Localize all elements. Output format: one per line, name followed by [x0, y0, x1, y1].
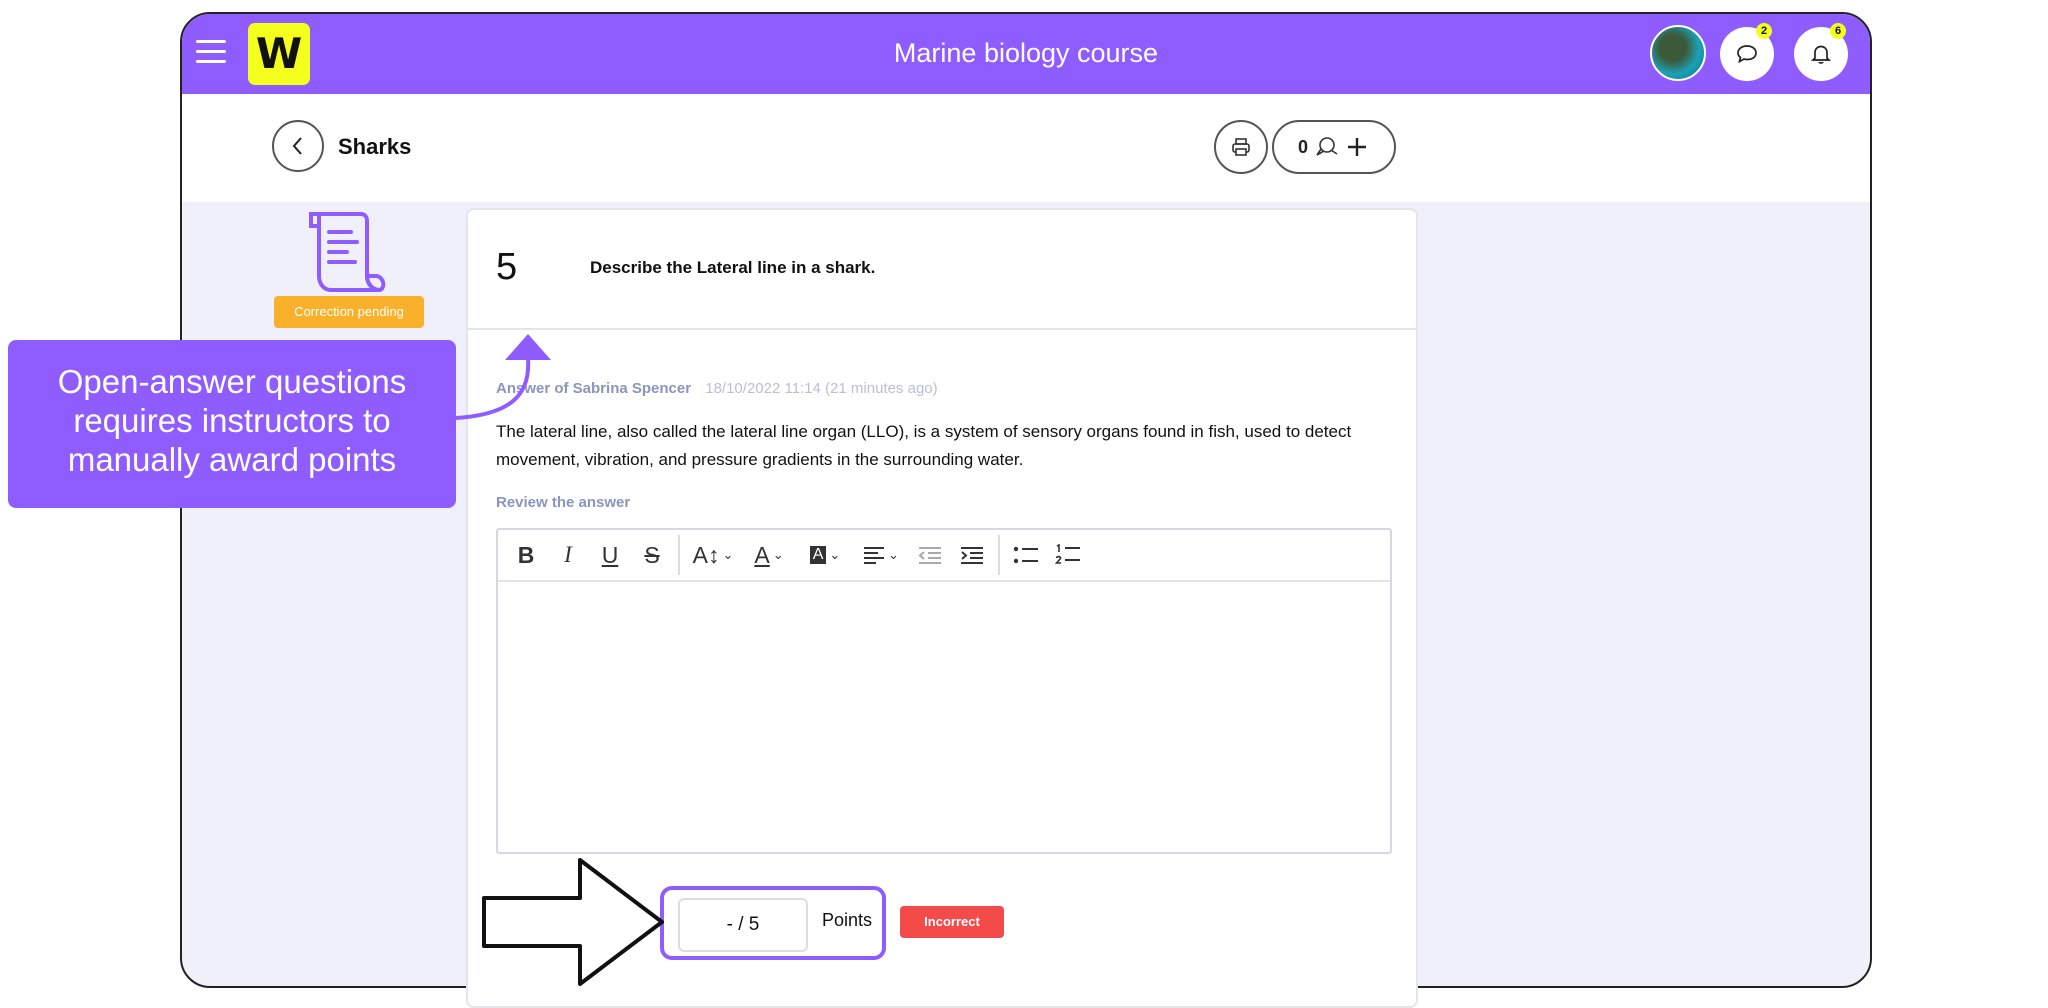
bullet-list-icon [1013, 546, 1038, 564]
align-left-icon [864, 547, 885, 564]
chevron-down-icon: ⌄ [829, 547, 841, 562]
outdent-icon [918, 547, 941, 564]
numbered-list-icon [1055, 544, 1080, 564]
answer-meta: Answer of Sabrina Spencer 18/10/2022 11:… [496, 380, 938, 397]
font-size-button[interactable]: A↕ ⌄ [688, 537, 738, 573]
review-editor: B I U S A↕ ⌄ A ⌄ A ⌄ ⌄ [496, 528, 1392, 854]
indent-icon [961, 547, 983, 564]
font-color-icon: A [754, 541, 770, 568]
course-title: Marine biology course [893, 38, 1159, 68]
messages-button[interactable]: 2 [1720, 23, 1774, 81]
chevron-left-icon [292, 137, 302, 155]
align-button[interactable]: ⌄ [856, 537, 906, 573]
print-button[interactable] [1214, 120, 1268, 174]
toolbar-divider [678, 535, 680, 575]
notifications-button[interactable]: 6 [1794, 23, 1848, 81]
points-highlight: - / 5 Points [660, 886, 886, 960]
chat-bubble-icon [1737, 45, 1757, 64]
user-avatar[interactable] [1650, 25, 1706, 81]
review-text-area[interactable] [498, 582, 1390, 852]
page-title: Sharks [338, 134, 412, 159]
notifications-badge: 6 [1830, 23, 1846, 39]
status-badge: Correction pending [274, 296, 424, 328]
italic-button[interactable]: I [550, 537, 586, 573]
answer-text: The lateral line, also called the latera… [496, 422, 1352, 469]
bell-icon [1810, 45, 1832, 64]
question-header: 5 Describe the Lateral line in a shark. [468, 210, 1416, 330]
answer-time: 18/10/2022 11:14 (21 minutes ago) [705, 380, 938, 397]
comments-count: 0 [1297, 136, 1308, 157]
font-color-button[interactable]: A ⌄ [744, 537, 794, 573]
answer-author: Answer of Sabrina Spencer [496, 380, 692, 397]
toolbar-divider [998, 535, 1000, 575]
comments-icon [1316, 137, 1338, 156]
page-header [182, 94, 1870, 202]
highlight-icon: A [809, 546, 827, 564]
review-label: Review the answer [496, 494, 631, 511]
editor-toolbar: B I U S A↕ ⌄ A ⌄ A ⌄ ⌄ [498, 530, 1390, 582]
indent-button[interactable] [954, 537, 990, 573]
back-button[interactable] [272, 120, 324, 172]
question-number: 5 [496, 246, 518, 288]
bullet-list-button[interactable] [1008, 537, 1044, 573]
highlight-button[interactable]: A ⌄ [800, 537, 850, 573]
question-text: Describe the Lateral line in a shark. [590, 258, 876, 277]
bold-button[interactable]: B [508, 537, 544, 573]
points-input[interactable]: - / 5 [678, 898, 808, 952]
printer-icon [1232, 138, 1250, 156]
underline-button[interactable]: U [592, 537, 628, 573]
chevron-down-icon: ⌄ [722, 547, 734, 562]
font-size-icon: A↕ [692, 541, 720, 568]
question-card: 5 Describe the Lateral line in a shark. … [466, 208, 1418, 1008]
points-label: Points [822, 910, 873, 930]
document-scroll-icon [309, 212, 386, 293]
incorrect-button[interactable]: Incorrect [900, 906, 1004, 938]
strikethrough-button[interactable]: S [634, 537, 670, 573]
comments-button[interactable]: 0 [1272, 120, 1396, 174]
top-bar: W Marine biology course 2 6 [182, 14, 1870, 94]
numbered-list-button[interactable] [1050, 537, 1086, 573]
chevron-down-icon: ⌄ [888, 547, 899, 562]
messages-badge: 2 [1756, 23, 1772, 39]
outdent-button[interactable] [912, 537, 948, 573]
chevron-down-icon: ⌄ [772, 547, 784, 562]
annotation-callout: Open-answer questions requires instructo… [8, 340, 456, 508]
plus-icon [1348, 138, 1366, 156]
